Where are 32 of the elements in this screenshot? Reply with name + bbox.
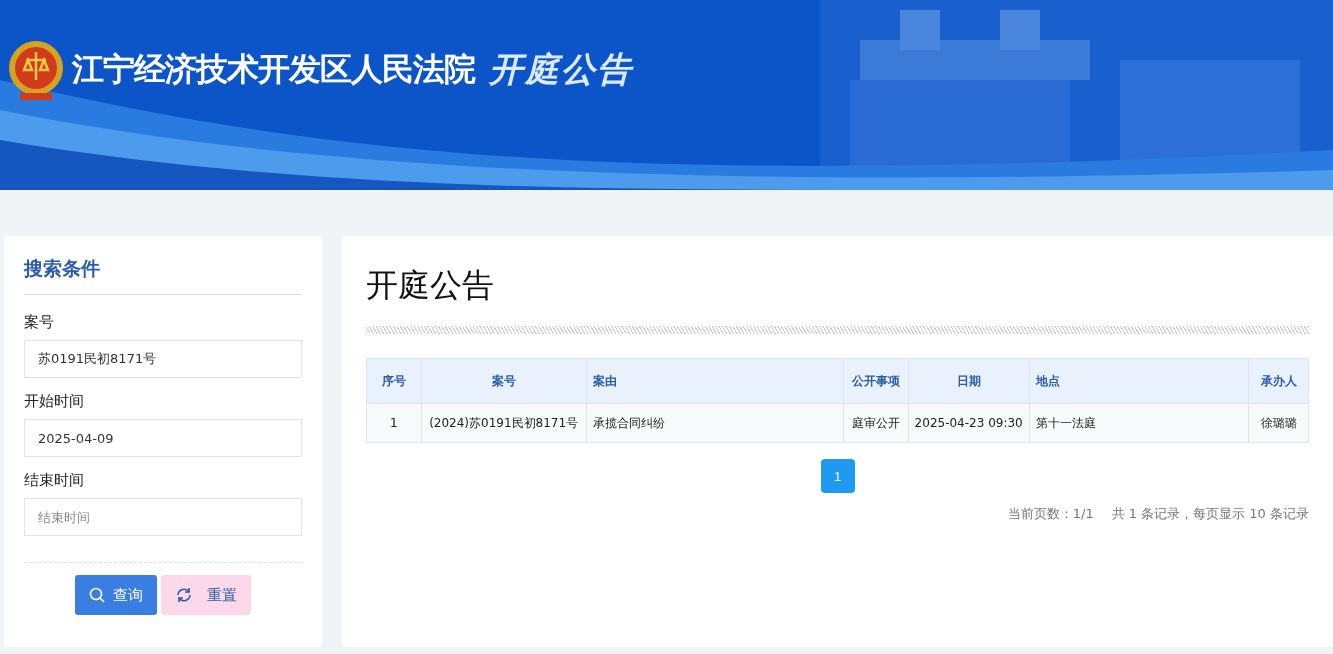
column-header: 案号 [421,358,587,404]
record-summary: 共 1 条记录，每页显示 10 条记录 [1111,505,1309,523]
column-header: 案由 [586,358,844,404]
panel-title: 搜索条件 [24,256,302,295]
input-field[interactable]: 结束时间 [24,498,302,536]
table-cell: 庭审公开 [843,403,909,443]
reset-button[interactable]: 重置 [161,575,251,615]
input-field[interactable]: 苏0191民初8171号 [24,340,302,378]
field-label: 开始时间 [24,392,85,411]
table-cell: 承揽合同纠纷 [586,403,844,443]
table-cell: (2024)苏0191民初8171号 [421,403,587,443]
field-label: 结束时间 [24,471,85,490]
column-header: 公开事项 [843,358,909,404]
column-header: 日期 [908,358,1030,404]
column-header: 承办人 [1248,358,1309,404]
search-button[interactable]: 查询 [75,575,157,615]
banner-title: 开庭公告 [489,48,633,91]
column-header: 序号 [366,358,422,404]
refresh-icon [175,586,193,604]
field-label: 案号 [24,313,55,332]
search-icon [89,587,105,603]
table-cell: 1 [366,403,422,443]
column-header: 地点 [1029,358,1249,404]
page-info: 当前页数：1/1 [1007,505,1094,523]
page-title: 开庭公告 [366,265,495,306]
table-cell: 徐璐璐 [1248,403,1309,443]
page-button[interactable]: 1 [820,459,855,493]
table-cell: 2025-04-23 09:30 [908,403,1030,443]
input-field[interactable]: 2025-04-09 [24,419,302,457]
table-cell: 第十一法庭 [1029,403,1249,443]
emblem-icon [8,38,64,102]
court-name: 江宁经济技术开发区人民法院 [72,49,475,90]
